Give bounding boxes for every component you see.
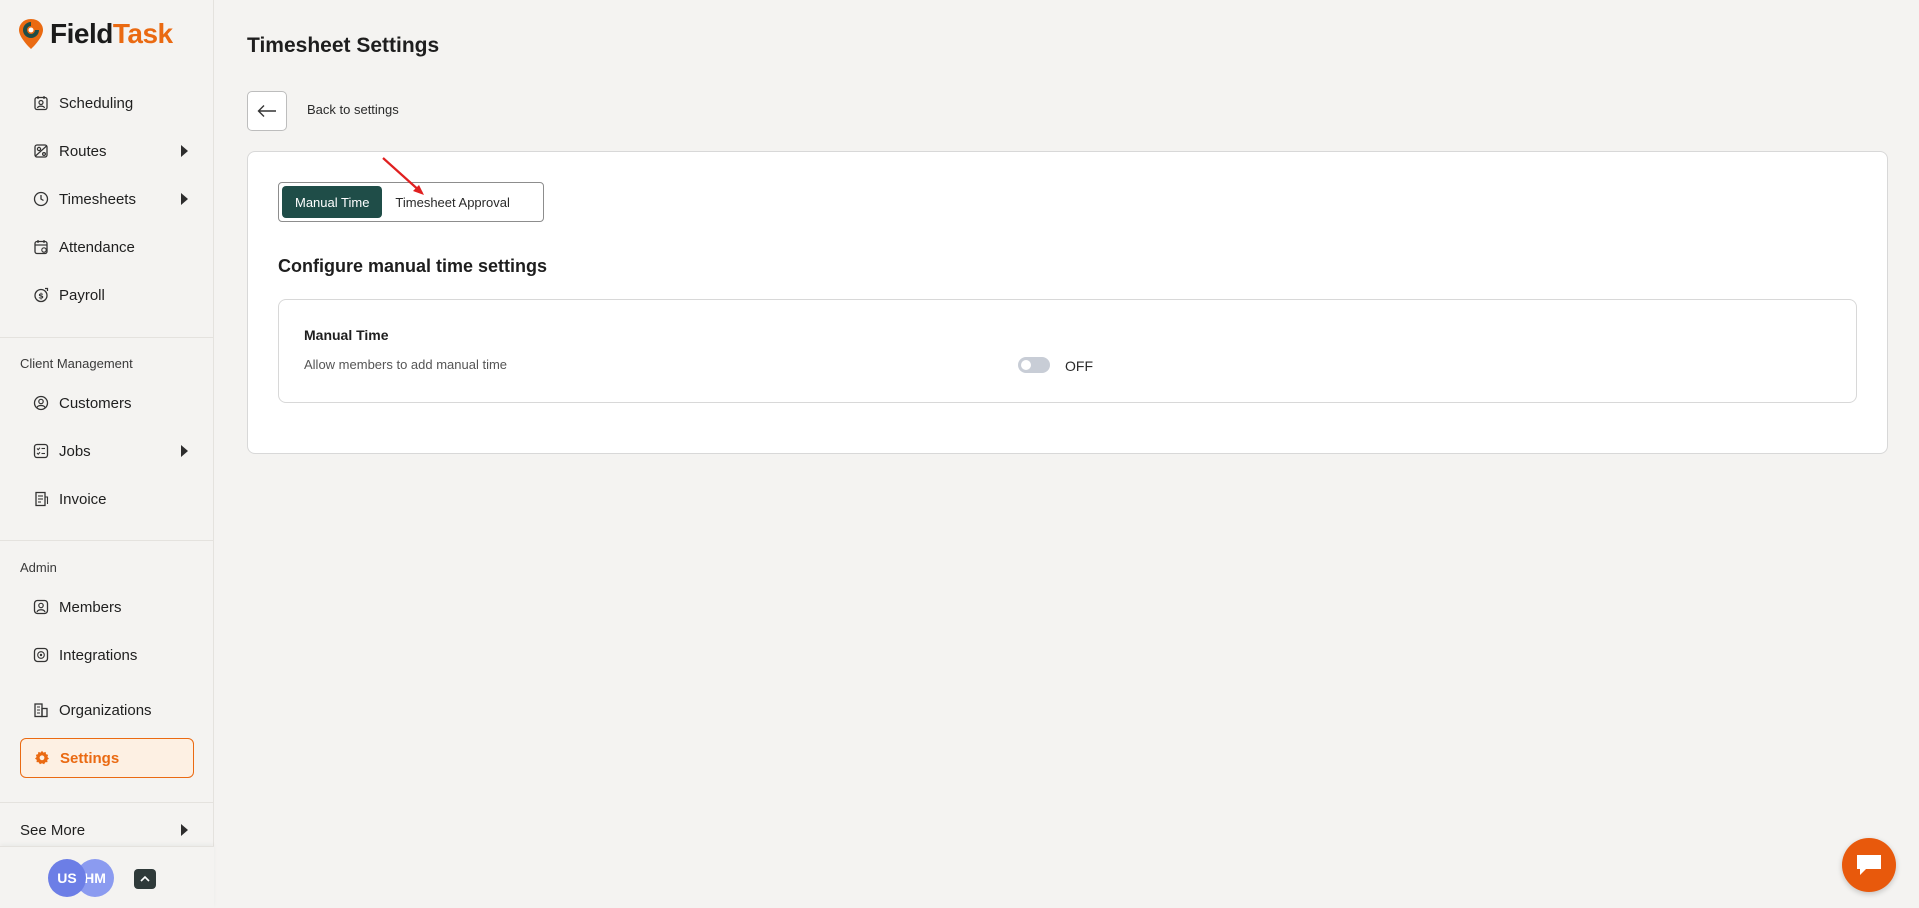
location-pin-icon (19, 19, 43, 49)
sidebar-item-label: Integrations (59, 646, 138, 664)
sidebar-item-label: Settings (60, 749, 120, 767)
avatar[interactable]: US (48, 859, 86, 897)
sidebar-item-customers[interactable]: Customers (20, 383, 194, 423)
sidebar-item-label: Attendance (59, 238, 135, 256)
user-square-icon (32, 598, 50, 616)
sidebar-item-label: Timesheets (59, 190, 136, 208)
settings-card: Manual Time Timesheet Approval Configure… (247, 151, 1888, 454)
sidebar-item-label: Members (59, 598, 122, 616)
sidebar-item-label: Scheduling (59, 94, 134, 112)
back-button[interactable] (247, 91, 287, 131)
manual-time-toggle[interactable] (1018, 357, 1050, 373)
calendar-check-icon (32, 238, 50, 256)
section-label-admin: Admin (20, 560, 57, 575)
integration-icon (32, 646, 50, 664)
settings-tabs: Manual Time Timesheet Approval (278, 182, 544, 222)
invoice-icon (32, 490, 50, 508)
option-description: Allow members to add manual time (304, 357, 508, 372)
page-title: Timesheet Settings (247, 34, 440, 57)
caret-right-icon (181, 193, 188, 205)
expand-up-button[interactable] (134, 869, 156, 889)
sidebar-divider (0, 337, 214, 338)
brand-name: FieldTask (50, 18, 173, 49)
see-more-label: See More (20, 821, 86, 839)
toggle-state-label: OFF (1065, 358, 1093, 374)
sidebar-item-attendance[interactable]: Attendance (20, 227, 194, 267)
sidebar-footer: US HM (0, 846, 214, 908)
brand-logo[interactable]: FieldTask (18, 16, 173, 52)
sidebar-item-label: Jobs (59, 442, 91, 460)
sidebar-item-label: Organizations (59, 701, 152, 719)
caret-right-icon (181, 445, 188, 457)
map-icon (32, 142, 50, 160)
back-to-settings-label[interactable]: Back to settings (307, 102, 399, 117)
manual-time-option: Manual Time Allow members to add manual … (278, 299, 1857, 403)
sidebar-item-scheduling[interactable]: Scheduling (20, 83, 194, 123)
section-title: Configure manual time settings (278, 256, 548, 276)
section-label-client-management: Client Management (20, 356, 133, 371)
chevron-up-icon (140, 875, 150, 882)
arrow-left-icon (257, 105, 276, 117)
sidebar-item-routes[interactable]: Routes (20, 131, 194, 171)
option-title: Manual Time (304, 327, 389, 343)
svg-text:$: $ (38, 292, 44, 301)
sidebar-divider (0, 540, 214, 541)
clock-icon (32, 190, 50, 208)
sidebar-item-integrations[interactable]: Integrations (20, 635, 194, 675)
caret-right-icon (181, 824, 188, 836)
sidebar-item-jobs[interactable]: Jobs (20, 431, 194, 471)
calendar-user-icon (32, 94, 50, 112)
chat-support-button[interactable] (1842, 838, 1896, 892)
sidebar-item-members[interactable]: Members (20, 587, 194, 627)
sidebar-item-timesheets[interactable]: Timesheets (20, 179, 194, 219)
sidebar-item-organizations[interactable]: Organizations (20, 690, 194, 730)
sidebar-item-label: Customers (59, 394, 132, 412)
caret-right-icon (181, 145, 188, 157)
tab-timesheet-approval[interactable]: Timesheet Approval (382, 186, 522, 218)
sidebar-item-label: Invoice (59, 490, 107, 508)
toggle-knob (1021, 360, 1031, 370)
building-icon (32, 701, 50, 719)
sidebar-divider (0, 802, 214, 803)
sidebar: FieldTask Scheduling Routes Timesheets A… (0, 0, 214, 908)
chat-bubble-icon (1857, 855, 1881, 875)
see-more-toggle[interactable]: See More (20, 818, 194, 842)
user-circle-icon (32, 394, 50, 412)
sidebar-item-payroll[interactable]: $ Payroll (20, 275, 194, 315)
tab-manual-time[interactable]: Manual Time (282, 186, 383, 218)
gear-icon (33, 749, 51, 767)
checklist-icon (32, 442, 50, 460)
sidebar-item-invoice[interactable]: Invoice (20, 479, 194, 519)
sidebar-item-label: Routes (59, 142, 107, 160)
sidebar-item-settings[interactable]: Settings (20, 738, 194, 778)
sidebar-item-label: Payroll (59, 286, 105, 304)
dollar-icon: $ (32, 286, 50, 304)
